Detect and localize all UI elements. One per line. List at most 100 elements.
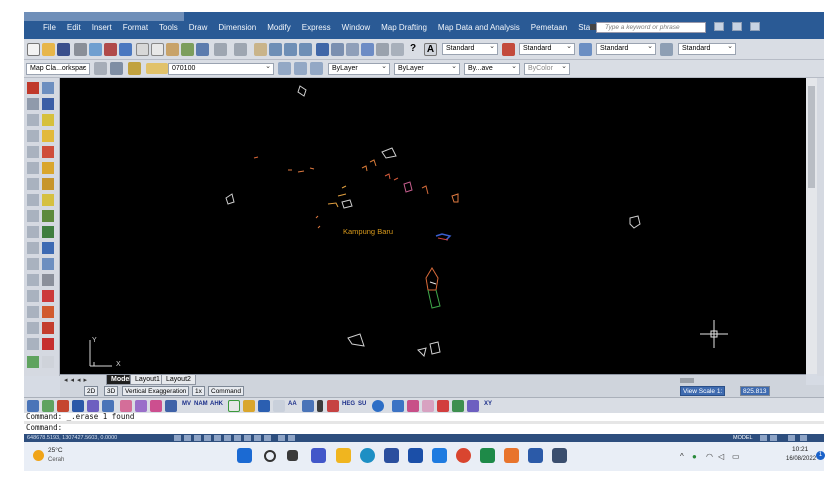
calculator-icon[interactable]: [391, 43, 404, 56]
map-tool-icon[interactable]: [407, 400, 419, 412]
color-combo[interactable]: ByLayer: [328, 63, 390, 75]
arc-icon[interactable]: [27, 146, 39, 158]
layer-previous-icon[interactable]: [294, 62, 307, 75]
menu-modify[interactable]: Modify: [262, 23, 297, 32]
ellipse-arc-icon[interactable]: [27, 226, 39, 238]
search-icon[interactable]: [264, 450, 276, 462]
zoom-previous-icon[interactable]: [299, 43, 312, 56]
redo-icon[interactable]: [234, 43, 247, 56]
paste-icon[interactable]: [166, 43, 179, 56]
file-explorer-icon[interactable]: [336, 448, 351, 463]
map-tool-icon[interactable]: [150, 400, 162, 412]
excel-icon[interactable]: [480, 448, 495, 463]
help-question-icon[interactable]: ?: [410, 43, 416, 54]
edge-browser-icon[interactable]: [360, 448, 375, 463]
plotstyle-combo[interactable]: ByColor: [524, 63, 570, 75]
store-icon[interactable]: [384, 448, 399, 463]
drawing-canvas[interactable]: Kampung Baru Y X: [60, 78, 806, 374]
word-icon[interactable]: [528, 448, 543, 463]
match-properties-icon[interactable]: [181, 43, 194, 56]
map-tool-icon[interactable]: [452, 400, 464, 412]
menu-insert[interactable]: Insert: [87, 23, 118, 32]
rectangle-icon[interactable]: [27, 130, 39, 142]
autocad-map-icon[interactable]: [552, 448, 567, 463]
map-tool-icon[interactable]: [273, 400, 285, 412]
markup-icon[interactable]: [376, 43, 389, 56]
polygon-icon[interactable]: [27, 114, 39, 126]
tab-layout2[interactable]: Layout2: [161, 375, 196, 385]
pan-icon[interactable]: [254, 43, 267, 56]
make-current-layer-icon[interactable]: [278, 62, 291, 75]
offset-icon[interactable]: [42, 130, 54, 142]
make-block-icon[interactable]: [27, 258, 39, 270]
battery-icon[interactable]: ▭: [732, 452, 740, 461]
table-style-icon[interactable]: [579, 43, 592, 56]
zoom-realtime-icon[interactable]: [269, 43, 282, 56]
block-editor-icon[interactable]: [196, 43, 209, 56]
polar-toggle[interactable]: [204, 435, 211, 441]
sheet-set-icon[interactable]: [361, 43, 374, 56]
su-button[interactable]: SU: [358, 401, 366, 407]
mode-2d-button[interactable]: 2D: [84, 386, 99, 396]
region-icon[interactable]: [27, 322, 39, 334]
dimension-icon[interactable]: [42, 338, 54, 350]
fillet-icon[interactable]: [42, 306, 54, 318]
chat-icon[interactable]: [311, 448, 326, 463]
layer-state-icon[interactable]: [128, 62, 141, 75]
qp-toggle[interactable]: [264, 435, 271, 441]
rotate-icon[interactable]: [42, 178, 54, 190]
menu-pemetaan[interactable]: Pemetaan: [526, 23, 573, 32]
chamfer-icon[interactable]: [42, 290, 54, 302]
save-icon[interactable]: [57, 43, 70, 56]
chevron-up-icon[interactable]: ^: [680, 452, 684, 461]
map-tool-icon[interactable]: [243, 400, 255, 412]
join-icon[interactable]: [42, 274, 54, 286]
lock-icon[interactable]: [788, 435, 795, 441]
otrack-toggle[interactable]: [224, 435, 231, 441]
map-tool-icon[interactable]: [42, 400, 54, 412]
tab-layout1[interactable]: Layout1: [130, 375, 165, 385]
undo-icon[interactable]: [214, 43, 227, 56]
aa-button[interactable]: AA: [288, 401, 297, 407]
print-icon[interactable]: [74, 43, 87, 56]
gradient-icon[interactable]: [27, 306, 39, 318]
lineweight-combo[interactable]: By...ave: [464, 63, 520, 75]
revcloud-icon[interactable]: [27, 178, 39, 190]
copy-object-icon[interactable]: [42, 98, 54, 110]
text-style-icon[interactable]: A: [424, 43, 437, 56]
map-tool-icon[interactable]: [372, 400, 384, 412]
tool-extra-icon[interactable]: [42, 356, 54, 368]
ahk-button[interactable]: AHK: [210, 401, 223, 407]
snap-toggle[interactable]: [174, 435, 181, 441]
map-tool-icon[interactable]: [72, 400, 84, 412]
point-icon[interactable]: [27, 274, 39, 286]
open-folder-icon[interactable]: [42, 43, 55, 56]
menu-map-drafting[interactable]: Map Drafting: [376, 23, 433, 32]
dropbox-icon[interactable]: [408, 448, 423, 463]
layer-match-icon[interactable]: [310, 62, 323, 75]
favorites-icon[interactable]: [732, 22, 742, 31]
map-tool-icon[interactable]: [467, 400, 479, 412]
table-icon[interactable]: [27, 338, 39, 350]
map-tool-icon[interactable]: [317, 400, 323, 412]
horizontal-scroll-thumb[interactable]: [680, 378, 694, 383]
menu-map-data-analysis[interactable]: Map Data and Analysis: [433, 23, 526, 32]
publish-icon[interactable]: [104, 43, 117, 56]
menu-edit[interactable]: Edit: [62, 23, 87, 32]
plot-preview-icon[interactable]: [89, 43, 102, 56]
weather-temperature[interactable]: 25°C: [48, 447, 63, 454]
new-file-icon[interactable]: [27, 43, 40, 56]
cut-icon[interactable]: [136, 43, 149, 56]
tab-navigation-arrows[interactable]: ◂◂◂▸: [64, 376, 90, 384]
table-style-combo[interactable]: Standard: [596, 43, 656, 55]
menu-tools[interactable]: Tools: [154, 23, 184, 32]
mtext-icon[interactable]: [27, 356, 39, 368]
ortho-toggle[interactable]: [194, 435, 201, 441]
map-tool-icon[interactable]: [302, 400, 314, 412]
dyn-toggle[interactable]: [244, 435, 251, 441]
map-tool-icon[interactable]: [57, 400, 69, 412]
annotation-scale-toggle[interactable]: [760, 435, 767, 441]
vertical-exaggeration-button[interactable]: Vertical Exaggeration: [122, 386, 190, 396]
menu-window[interactable]: Window: [337, 23, 376, 32]
heg-button[interactable]: HEG: [342, 401, 355, 407]
